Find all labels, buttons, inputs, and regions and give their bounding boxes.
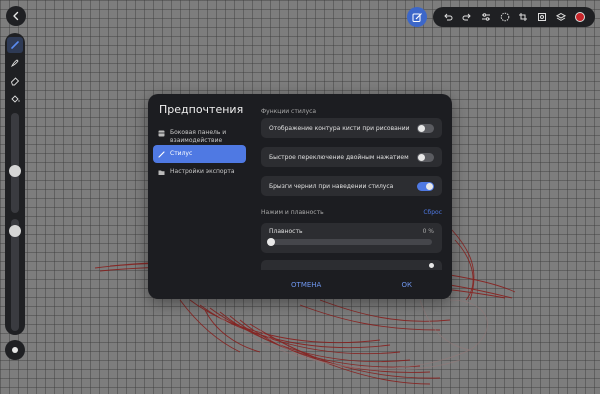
layers-icon (555, 12, 566, 21)
section-title-pressure: Нажим и плавность (261, 209, 324, 216)
undo-button[interactable] (441, 10, 455, 24)
modify-button[interactable] (407, 7, 427, 27)
dot-icon (12, 347, 18, 353)
option-brush-outline[interactable]: Отображение контура кисти при рисовании (261, 118, 442, 138)
redo-button[interactable] (460, 10, 474, 24)
eraser-tool[interactable] (7, 73, 23, 89)
transform-icon (538, 13, 547, 21)
symmetry-button[interactable] (535, 10, 549, 24)
folder-export-icon (157, 168, 165, 176)
toggle-knob (418, 124, 425, 132)
ok-button[interactable]: ОК (391, 277, 421, 293)
brush-opacity-slider[interactable] (9, 219, 21, 331)
toggle-brush-outline[interactable] (417, 123, 434, 133)
brush-size-slider[interactable] (9, 113, 21, 213)
section-title-stylus: Функции стилуса (261, 108, 317, 115)
preferences-dialog: Предпочтения Боковая панель и взаимодейс… (148, 94, 452, 299)
top-toolbar (433, 7, 595, 27)
redo-icon (462, 13, 471, 21)
chevron-left-icon (13, 11, 19, 21)
preferences-sidebar: Предпочтения Боковая панель и взаимодейс… (148, 94, 251, 299)
back-button[interactable] (6, 6, 26, 26)
paint-bucket-icon (11, 95, 20, 103)
left-sidebar (5, 33, 25, 335)
nav-item-label: Настройки экспорта (170, 168, 235, 175)
smoothness-value: 0 % (422, 228, 434, 235)
nav-item-stylus[interactable]: Стилус (153, 145, 246, 163)
toggle-hover-ink-splash[interactable] (417, 181, 434, 191)
undo-icon (444, 13, 453, 21)
dialog-footer: ОТМЕНА ОК (251, 270, 452, 299)
selection-button[interactable] (498, 10, 512, 24)
nav-item-label: Стилус (170, 150, 193, 157)
cancel-button[interactable]: ОТМЕНА (281, 277, 331, 293)
smoothness-setting: Плавность 0 % (261, 223, 442, 253)
option-label: Быстрое переключение двойным нажатием (269, 153, 409, 161)
nav-item-label: Боковая панель и взаимодействие (170, 129, 227, 144)
pencil-square-icon (412, 12, 422, 22)
smoothness-label: Плавность (269, 228, 303, 235)
smoothness-handle[interactable] (267, 238, 275, 246)
dialog-title: Предпочтения (159, 103, 244, 116)
current-color-swatch (574, 12, 585, 22)
curve-handle[interactable] (429, 263, 434, 268)
lasso-select-icon (500, 12, 509, 22)
option-hover-ink-splash[interactable]: Брызги чернил при наведении стилуса (261, 176, 442, 196)
layers-button[interactable] (554, 10, 568, 24)
option-label: Брызги чернил при наведении стилуса (269, 182, 394, 190)
nav-item-export-settings[interactable]: Настройки экспорта (153, 165, 246, 179)
sliders-icon (481, 13, 490, 21)
eraser-icon (10, 77, 20, 86)
smoothness-slider[interactable] (267, 238, 432, 246)
color-button[interactable] (573, 10, 587, 24)
option-double-tap-switch[interactable]: Быстрое переключение двойным нажатием (261, 147, 442, 167)
pressure-curve-card (261, 260, 442, 270)
crop-icon (519, 13, 528, 21)
sidebar-panel-icon (157, 129, 165, 137)
reset-link[interactable]: Сброс (423, 209, 442, 216)
brush-icon (11, 41, 19, 49)
adjustments-button[interactable] (479, 10, 493, 24)
stylus-pen-icon (157, 150, 165, 158)
eyedropper-button[interactable] (5, 340, 25, 360)
brush-opacity-handle[interactable] (9, 225, 21, 237)
smudge-tool[interactable] (7, 55, 23, 71)
toggle-knob (418, 153, 425, 161)
fill-tool[interactable] (7, 91, 23, 107)
option-label: Отображение контура кисти при рисовании (269, 124, 410, 132)
brush-tool[interactable] (7, 37, 23, 53)
crop-button[interactable] (516, 10, 530, 24)
preferences-content: Функции стилуса Отображение контура кист… (251, 94, 452, 299)
brush-size-handle[interactable] (9, 165, 21, 177)
toggle-double-tap-switch[interactable] (417, 152, 434, 162)
toggle-knob (426, 182, 433, 190)
smudge-icon (10, 59, 19, 68)
